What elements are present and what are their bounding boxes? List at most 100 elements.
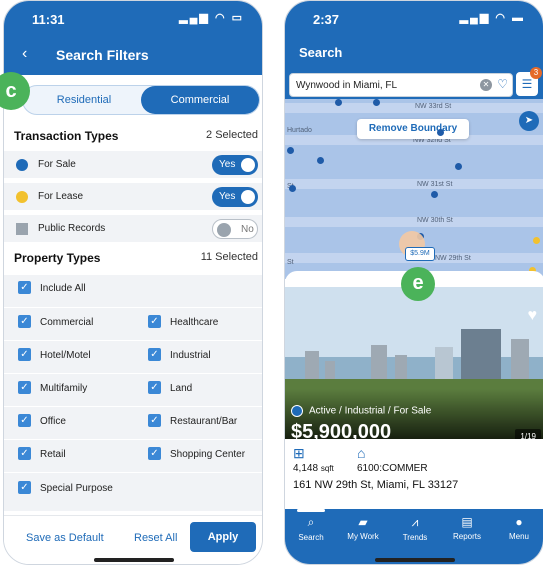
listing-card[interactable]: ♥ Active / Industrial / For Sale $5,900,… (285, 271, 543, 507)
checkbox-label: Commercial (40, 317, 94, 328)
filters-footer: Save as Default Reset All Apply (4, 515, 262, 564)
remove-boundary-button[interactable]: Remove Boundary (357, 119, 469, 139)
for-lease-toggle[interactable]: Yes (212, 187, 258, 207)
street-label: Hurtado (287, 127, 312, 134)
tab-label: Reports (452, 532, 481, 541)
transaction-row-for-lease: For Lease Yes (4, 183, 262, 211)
menu-icon: ● (515, 515, 523, 529)
map-marker[interactable] (431, 191, 438, 198)
chevron-left-icon[interactable]: ‹ (22, 45, 27, 63)
map-marker[interactable] (373, 99, 380, 106)
map-marker[interactable] (287, 147, 294, 154)
save-as-default-button[interactable]: Save as Default (26, 532, 104, 544)
map-marker[interactable] (455, 163, 462, 170)
filters-header: ‹ Search Filters (4, 33, 262, 75)
checkmark-icon: ✓ (18, 381, 31, 394)
lease-map-marker[interactable] (533, 237, 540, 244)
tab-reports[interactable]: ▤ Reports (441, 515, 493, 541)
checkbox-label: Shopping Center (170, 449, 246, 460)
divider (4, 340, 262, 341)
row-label: Public Records (38, 223, 106, 234)
street-label: NW 31st St (417, 181, 453, 188)
listing-photo[interactable]: ♥ Active / Industrial / For Sale $5,900,… (285, 287, 543, 439)
floorplan-icon: ⊞ (293, 445, 305, 461)
for-lease-dot-icon (16, 191, 28, 203)
toggle-text: No (241, 224, 254, 235)
checkmark-icon: ✓ (18, 281, 31, 294)
tab-menu[interactable]: ● Menu (493, 515, 543, 541)
locate-arrow-icon[interactable]: ➤ (519, 111, 539, 131)
transaction-row-for-sale: For Sale Yes (4, 151, 262, 179)
filter-button[interactable]: ☰ 3 (515, 67, 542, 97)
for-sale-toggle[interactable]: Yes (212, 155, 258, 175)
checkbox-label: Land (170, 383, 193, 394)
checkbox-label: Retail (40, 449, 66, 460)
street (285, 103, 543, 113)
segment-residential[interactable]: Residential (25, 86, 143, 114)
checkbox-label: Multifamily (40, 383, 88, 394)
sqft-unit: sqft (320, 464, 334, 473)
status-dot-icon (291, 405, 303, 417)
location-search-input[interactable]: Wynwood in Miami, FL ✕ ♡ (289, 73, 513, 97)
checkmark-icon: ✓ (18, 447, 31, 460)
favorite-heart-icon[interactable]: ♥ (528, 307, 538, 325)
toggle-knob (241, 158, 255, 172)
listing-price: $5,900,000 (291, 421, 392, 439)
tab-trends[interactable]: ⩘ Trends (389, 515, 441, 542)
street-label: St (287, 259, 294, 266)
zoning-icon: ⌂ (357, 445, 366, 461)
status-icons: ▂▄▆ ◠ ▭ (179, 12, 244, 24)
map-marker[interactable] (437, 129, 444, 136)
toggle-text: Yes (219, 159, 236, 170)
selected-count: 2 Selected (206, 129, 258, 141)
tab-label: My Work (347, 532, 379, 541)
photo-counter: 1/19 (515, 429, 541, 439)
price-pin[interactable]: $5.9M (405, 247, 435, 261)
reset-all-button[interactable]: Reset All (134, 532, 177, 544)
listing-status: Active / Industrial / For Sale (291, 405, 431, 417)
public-records-toggle[interactable]: No (212, 219, 258, 239)
street (285, 217, 543, 227)
checkmark-icon: ✓ (148, 315, 161, 328)
street-label: NW 33rd St (415, 103, 452, 110)
status-icons: ▂▄▆ ◠ ▬ (459, 12, 525, 24)
briefcase-icon: ▰ (358, 515, 368, 529)
tab-my-work[interactable]: ▰ My Work (337, 515, 389, 541)
checkbox-label: Hotel/Motel (40, 350, 91, 361)
callout-badge-e: e (401, 267, 435, 301)
map-view[interactable]: Hurtado NW 33rd St NW 32nd St NW 31st St… (285, 99, 543, 279)
page-title: Search (299, 45, 343, 60)
heart-icon[interactable]: ♡ (497, 77, 508, 91)
property-types-list: ✓ Include All ✓ Commercial ✓ Hotel/Motel ✓ M… (4, 275, 262, 511)
map-marker[interactable] (289, 185, 296, 192)
public-records-square-icon (16, 223, 28, 235)
selected-count: 11 Selected (200, 251, 258, 263)
search-map-screen: 2:37 ▂▄▆ ◠ ▬ Search Wynwood in Miami, FL… (284, 0, 543, 565)
property-class-segment: Residential Commercial (22, 85, 260, 115)
page-title: Search Filters (56, 47, 149, 63)
checkbox-label: Industrial (170, 350, 211, 361)
sqft-number: 4,148 (293, 463, 319, 474)
clear-icon[interactable]: ✕ (480, 79, 492, 91)
status-text: Active / Industrial / For Sale (309, 405, 432, 417)
status-bar: 2:37 ▂▄▆ ◠ ▬ (285, 1, 543, 33)
segment-commercial[interactable]: Commercial (141, 86, 259, 114)
divider (4, 373, 262, 374)
tab-search[interactable]: ⌕ Search (285, 509, 337, 542)
divider (4, 439, 262, 440)
divider (4, 472, 262, 473)
divider (4, 406, 262, 407)
map-marker[interactable] (335, 99, 342, 106)
divider (4, 307, 262, 308)
apply-button[interactable]: Apply (190, 522, 256, 552)
checkmark-icon: ✓ (148, 348, 161, 361)
tab-label: Trends (402, 533, 428, 542)
sliders-icon: ☰ (521, 77, 533, 91)
map-marker[interactable] (317, 157, 324, 164)
home-indicator (375, 558, 455, 562)
status-time: 11:31 (32, 12, 65, 27)
search-value: Wynwood in Miami, FL (296, 80, 398, 91)
transaction-types-heading: Transaction Types 2 Selected (14, 129, 262, 151)
for-sale-dot-icon (16, 159, 28, 171)
street (285, 179, 543, 189)
